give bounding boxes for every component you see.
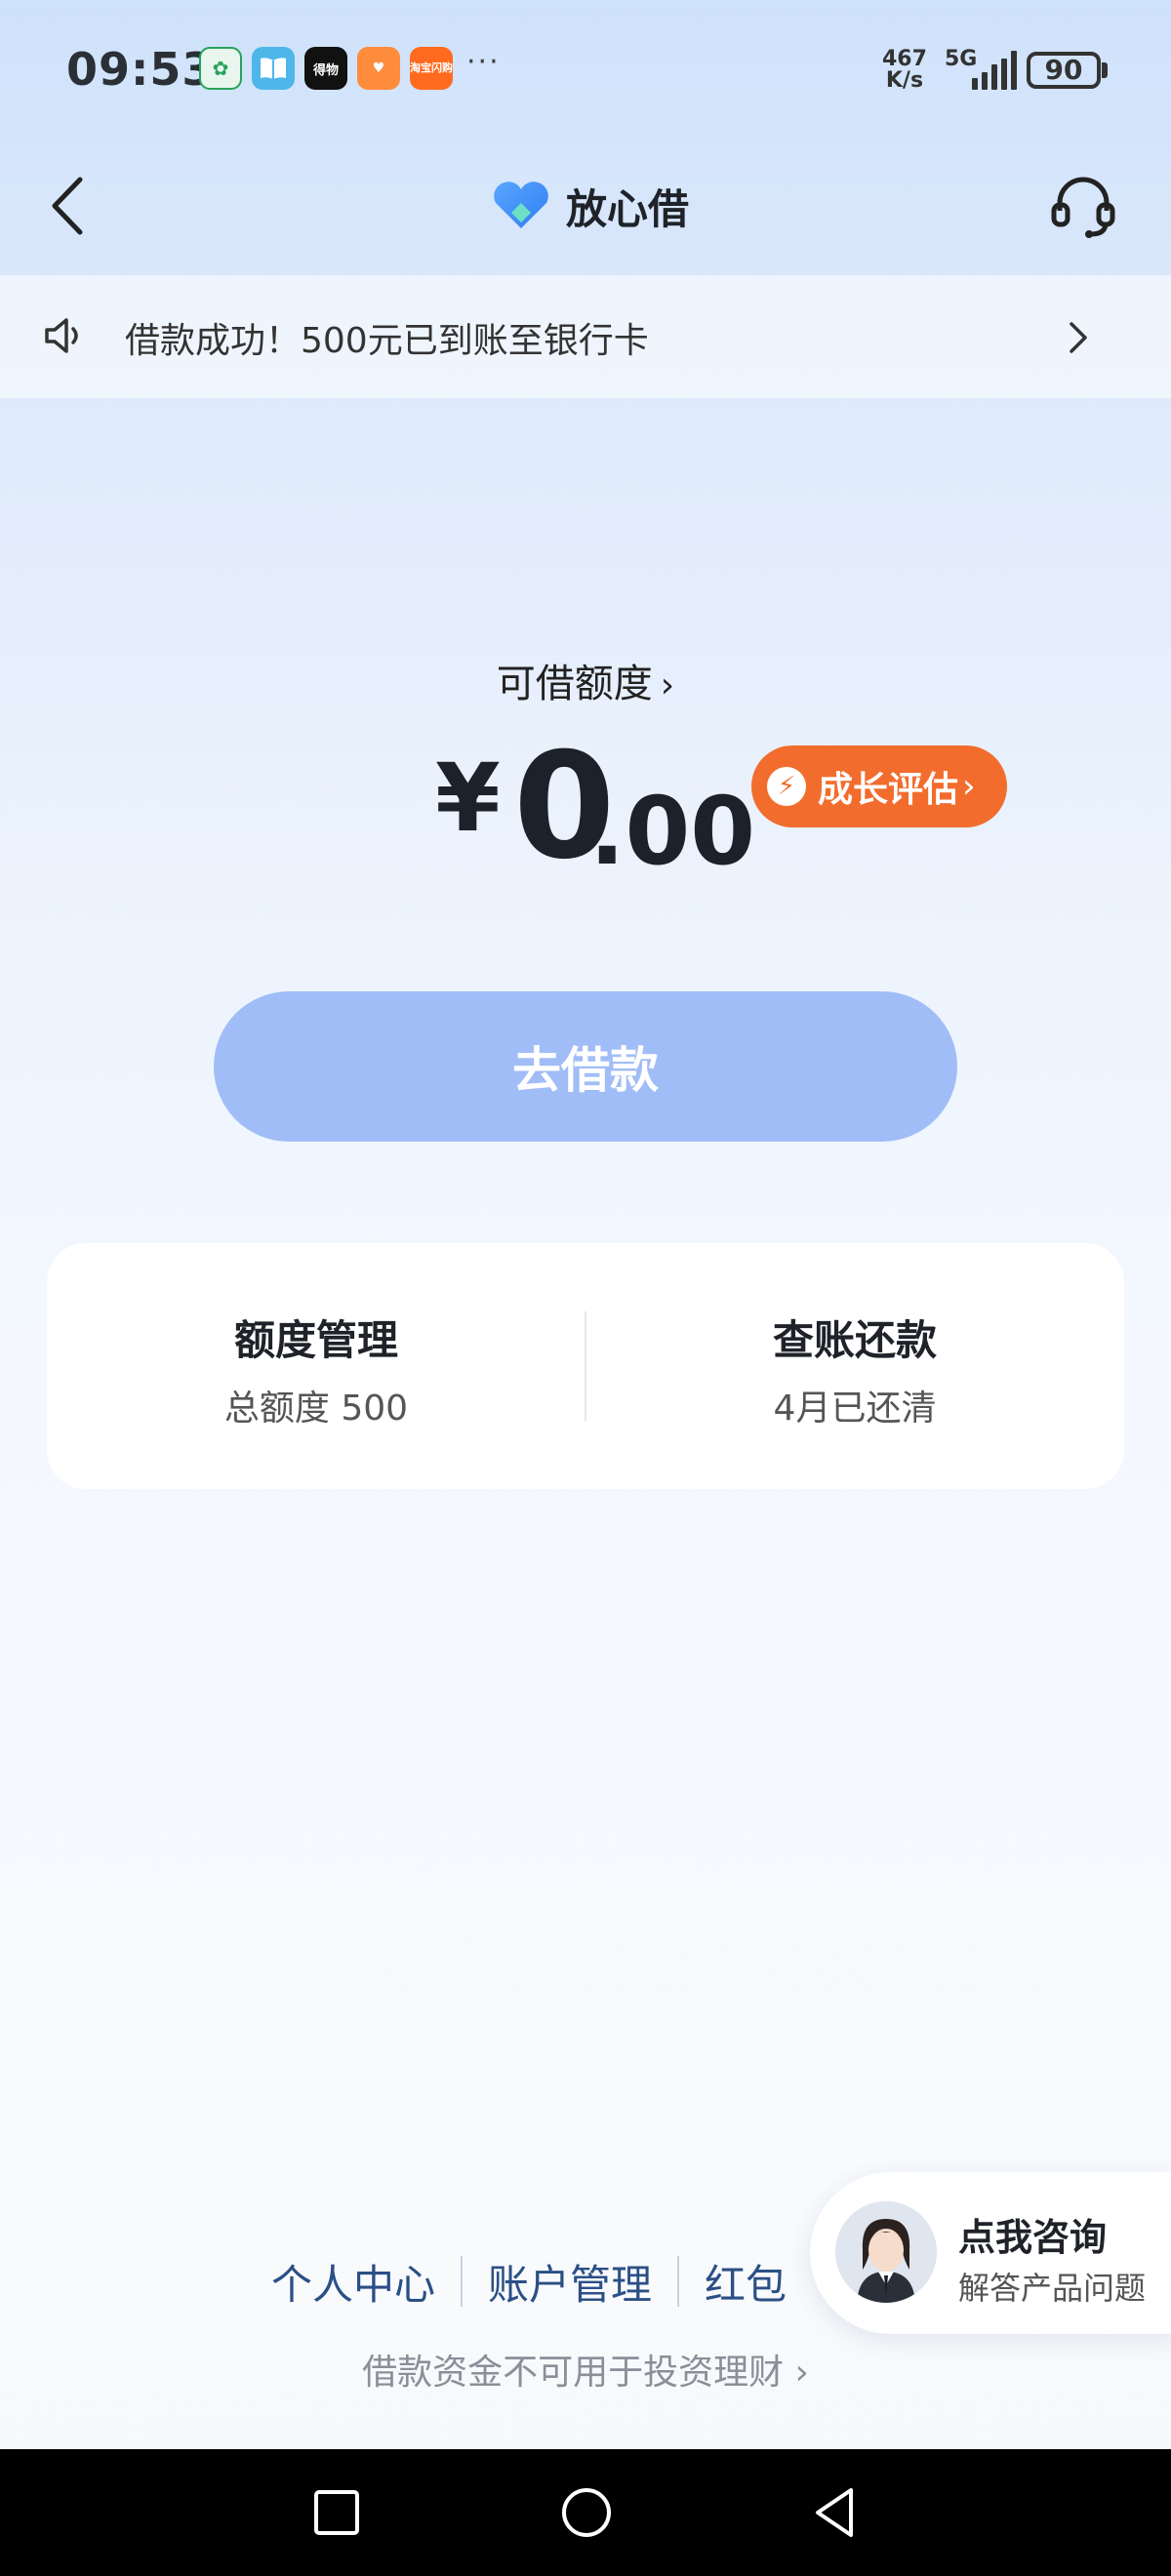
loan-success-notice[interactable]: 借款成功！500元已到账至银行卡 bbox=[0, 275, 1171, 398]
bill-repayment-title: 查账还款 bbox=[772, 1316, 937, 1364]
customer-service-button[interactable] bbox=[1048, 172, 1118, 242]
status-time: 09:53 bbox=[66, 43, 215, 96]
repayment-status-text: 4月已还清 bbox=[773, 1389, 937, 1429]
available-limit-text: 可借额度 bbox=[496, 662, 653, 706]
more-notifications-icon: ··· bbox=[466, 45, 501, 79]
available-limit-label[interactable]: 可借额度 › bbox=[0, 652, 1171, 708]
back-button[interactable] bbox=[43, 172, 98, 240]
recent-apps-icon[interactable] bbox=[306, 2482, 367, 2543]
agent-avatar bbox=[835, 2201, 937, 2303]
headset-icon bbox=[1051, 177, 1115, 238]
battery-tip bbox=[1102, 62, 1108, 78]
app-title-text: 放心借 bbox=[566, 184, 690, 233]
consult-bubble[interactable]: 点我咨询 解答产品问题 bbox=[810, 2172, 1171, 2334]
link-separator bbox=[461, 2256, 464, 2307]
net-speed-unit: K/s bbox=[885, 68, 924, 93]
chevron-right-icon bbox=[1070, 322, 1087, 353]
battery-icon: 90 bbox=[1027, 52, 1101, 89]
heart-app-icon: ♥ bbox=[357, 47, 400, 90]
currency-symbol: ¥ bbox=[435, 744, 501, 853]
chevron-right-icon: › bbox=[660, 665, 675, 705]
lightning-icon: ⚡ bbox=[767, 767, 806, 806]
borrow-button[interactable]: 去借款 bbox=[214, 991, 957, 1142]
bill-repayment-entry[interactable]: 查账还款 4月已还清 bbox=[586, 1243, 1124, 1489]
growth-assessment-label: 成长评估 bbox=[818, 770, 959, 810]
net-speed-value: 467 bbox=[882, 47, 927, 71]
account-card: 额度管理 总额度 500 查账还款 4月已还清 bbox=[47, 1243, 1124, 1489]
limit-management-title: 额度管理 bbox=[233, 1316, 398, 1364]
consult-title: 点我咨询 bbox=[958, 2216, 1108, 2259]
consult-subtitle: 解答产品问题 bbox=[958, 2270, 1147, 2307]
link-personal-center[interactable]: 个人中心 bbox=[271, 2252, 435, 2312]
notification-app-icons: ✿ 得物 ♥ 淘宝闪购 bbox=[199, 47, 453, 90]
chevron-right-icon: › bbox=[962, 767, 976, 806]
status-bar: 09:53 ✿ 得物 ♥ 淘宝闪购 ··· 467 K/s 5G 90 bbox=[0, 0, 1171, 137]
link-separator bbox=[677, 2256, 680, 2307]
speaker-icon bbox=[45, 318, 78, 353]
usage-disclaimer[interactable]: 借款资金不可用于投资理财 › bbox=[0, 2344, 1171, 2395]
chevron-right-icon: › bbox=[784, 2353, 809, 2393]
book-app-icon bbox=[252, 47, 295, 90]
amount-decimal: .00 bbox=[589, 777, 756, 886]
total-limit-text: 总额度 500 bbox=[223, 1389, 409, 1429]
link-red-packet[interactable]: 红包 bbox=[705, 2252, 787, 2312]
link-account-management[interactable]: 账户管理 bbox=[488, 2252, 652, 2312]
heart-logo-icon bbox=[494, 181, 548, 228]
notice-text: 借款成功！500元已到账至银行卡 bbox=[125, 321, 649, 361]
limit-management-entry[interactable]: 额度管理 总额度 500 bbox=[47, 1243, 586, 1489]
home-icon[interactable] bbox=[556, 2482, 617, 2543]
green-app-icon: ✿ bbox=[199, 47, 242, 90]
signal-icon bbox=[972, 51, 1017, 90]
taobao-flash-app-icon: 淘宝闪购 bbox=[410, 47, 453, 90]
net-speed: 467 K/s bbox=[882, 49, 927, 92]
usage-disclaimer-text: 借款资金不可用于投资理财 bbox=[362, 2353, 785, 2393]
app-title: 放心借 bbox=[490, 172, 689, 240]
back-nav-icon[interactable] bbox=[806, 2482, 867, 2543]
system-navigation-bar bbox=[0, 2449, 1171, 2576]
dewu-app-icon: 得物 bbox=[304, 47, 347, 90]
bottom-links: 个人中心 账户管理 红包 bbox=[271, 2252, 787, 2311]
growth-assessment-button[interactable]: ⚡ 成长评估 › bbox=[751, 745, 1007, 827]
chevron-left-icon bbox=[52, 177, 83, 235]
